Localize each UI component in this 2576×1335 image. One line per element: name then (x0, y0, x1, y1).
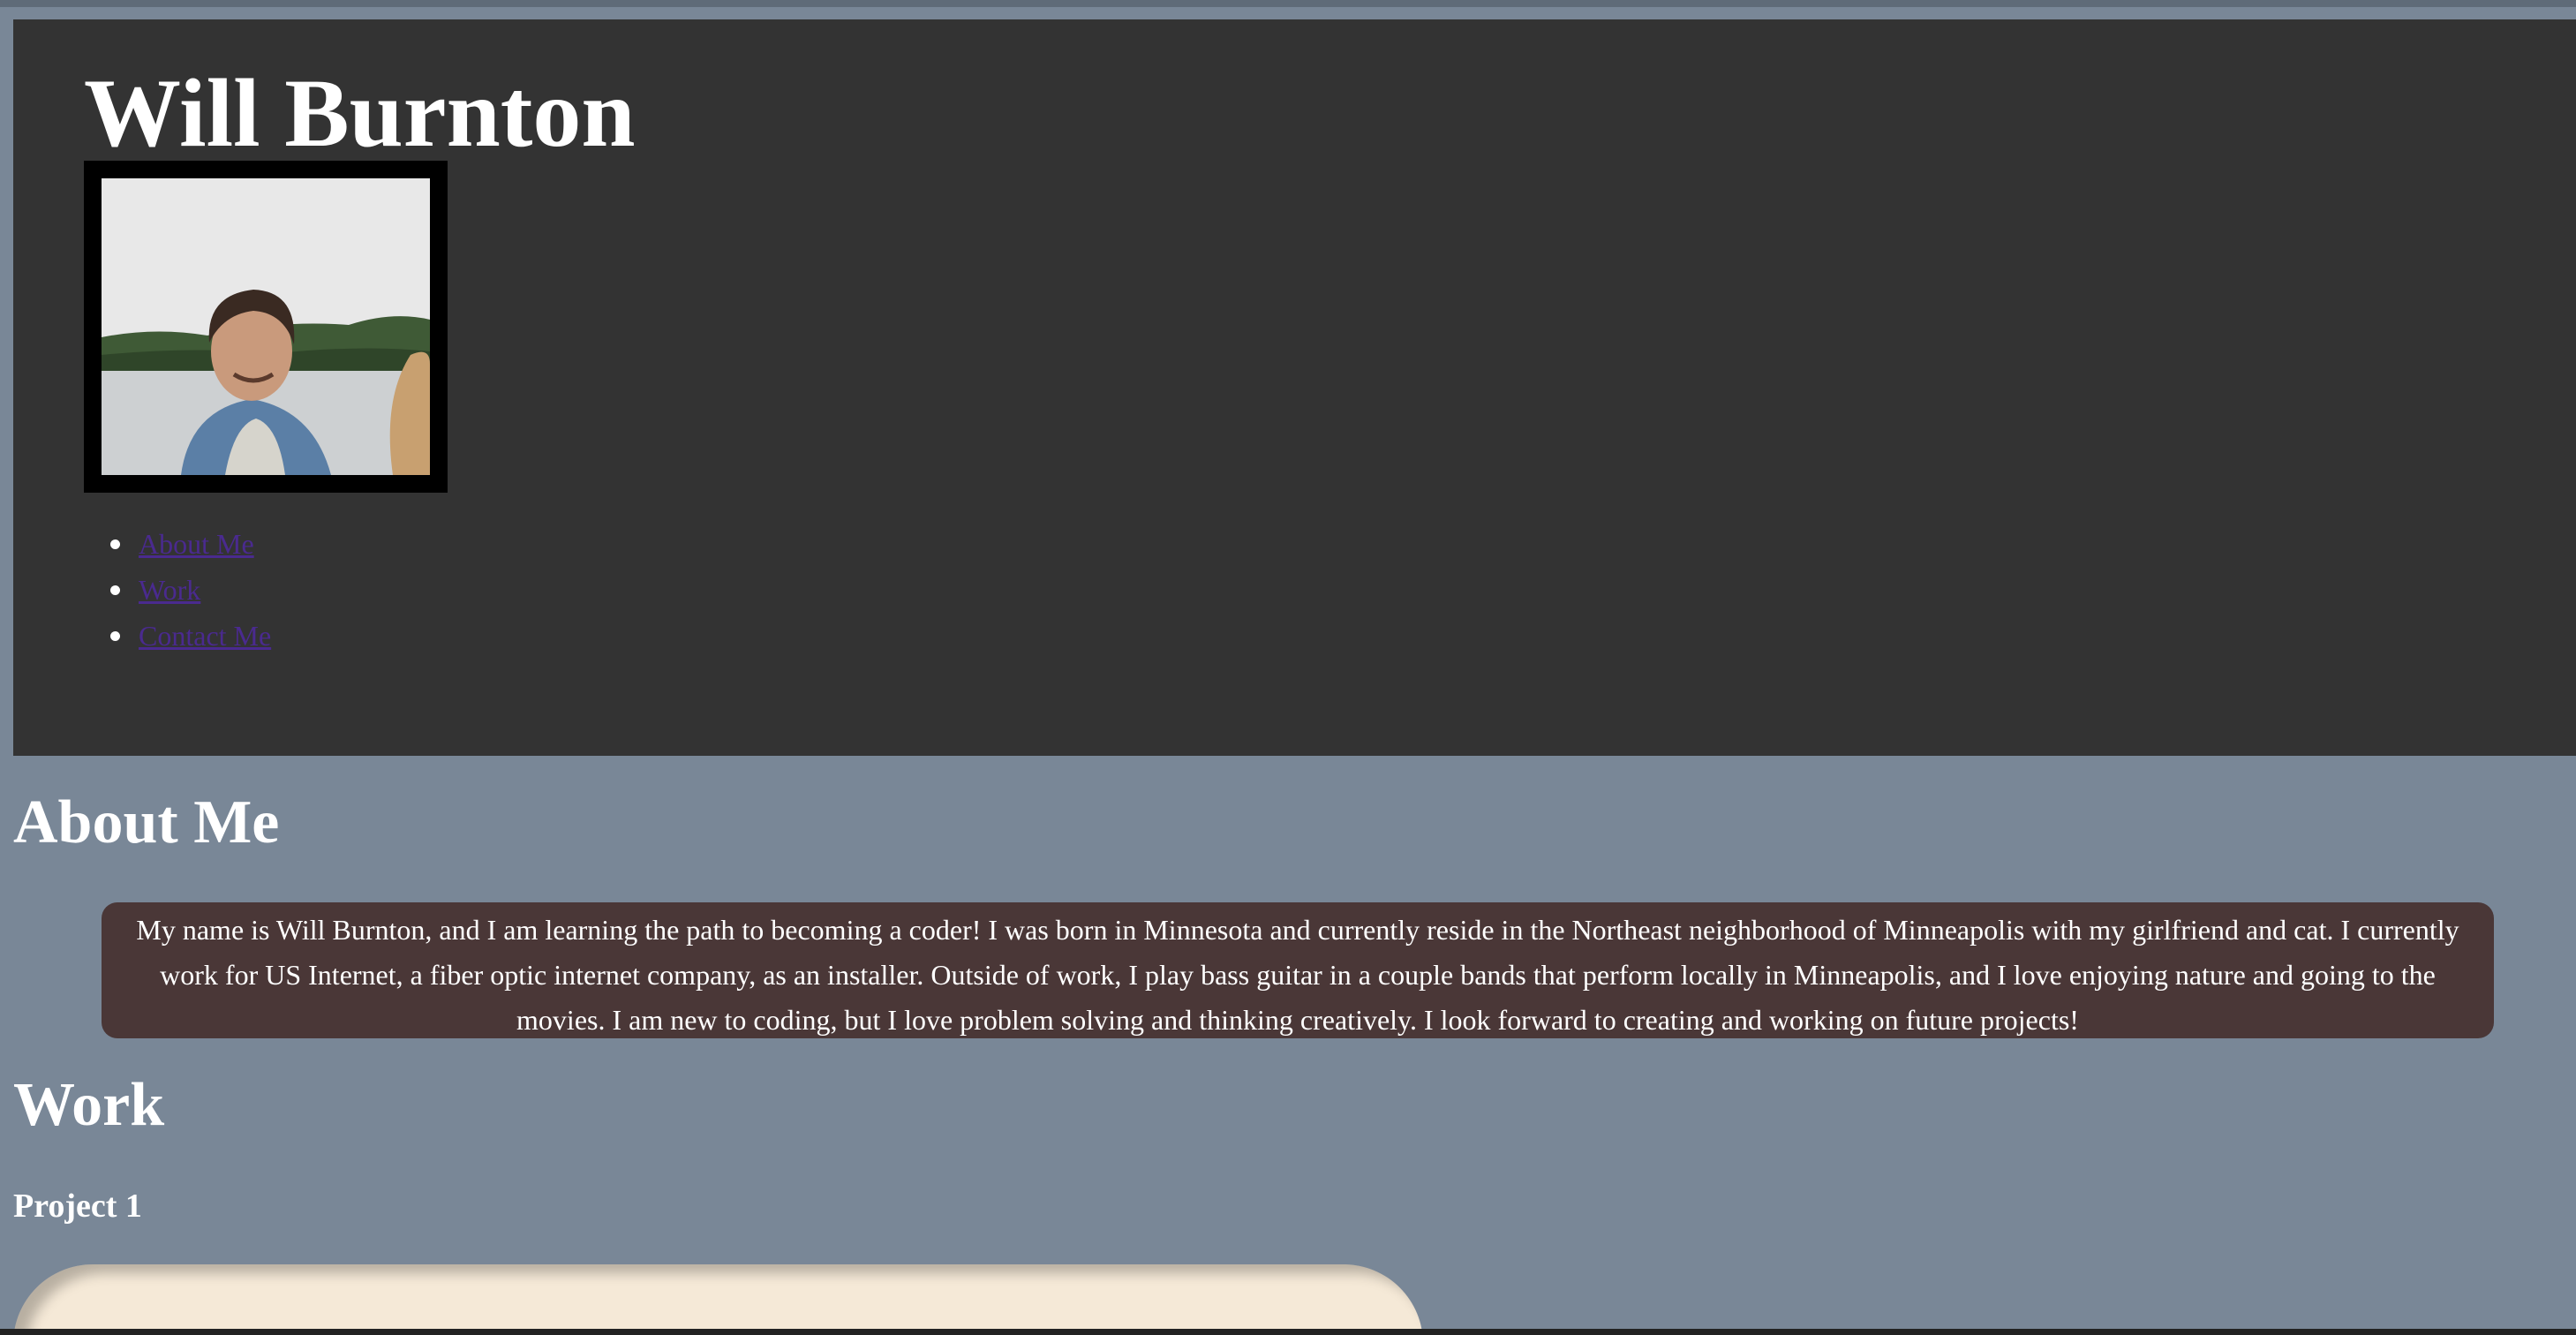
nav-item-about: About Me (110, 521, 271, 567)
about-text: My name is Will Burnton, and I am learni… (102, 902, 2494, 1038)
top-edge (0, 0, 2576, 7)
bullet-icon (110, 631, 120, 641)
bottom-edge (0, 1329, 2576, 1335)
project-title: Project 1 (13, 1188, 142, 1225)
work-heading: Work (13, 1071, 165, 1139)
portrait-frame (84, 161, 448, 493)
about-heading: About Me (13, 788, 280, 856)
site-header: Will Burnton About Me Work Contact Me (13, 19, 2576, 756)
nav-menu: About Me Work Contact Me (110, 521, 271, 659)
nav-item-work: Work (110, 567, 271, 613)
bullet-icon (110, 539, 120, 549)
project-card[interactable] (13, 1264, 1423, 1335)
profile-photo (102, 178, 430, 475)
bullet-icon (110, 585, 120, 595)
nav-link-contact[interactable]: Contact Me (139, 620, 271, 652)
nav-link-work[interactable]: Work (139, 574, 200, 606)
nav-link-about[interactable]: About Me (139, 528, 254, 560)
nav-item-contact: Contact Me (110, 613, 271, 659)
site-title: Will Burnton (84, 59, 636, 167)
